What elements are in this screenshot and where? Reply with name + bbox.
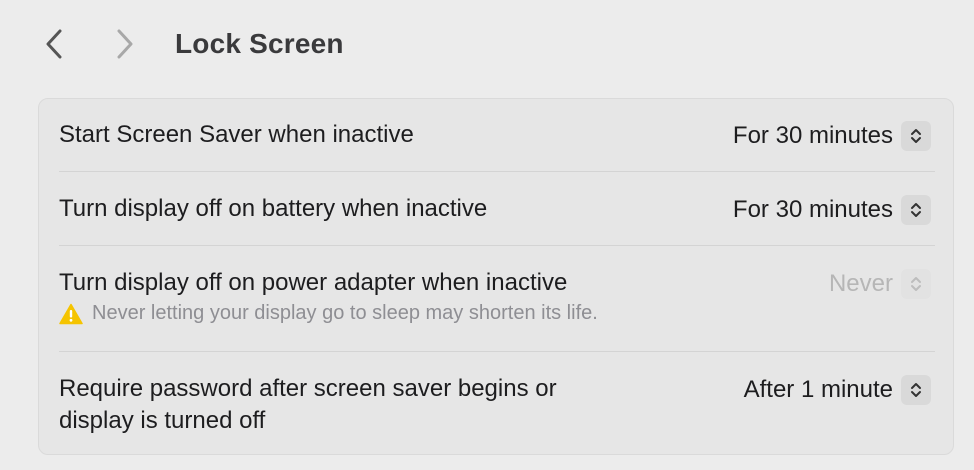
- up-down-chevron-icon: [901, 195, 931, 225]
- require-password-popup[interactable]: After 1 minute: [744, 374, 931, 406]
- require-password-value: After 1 minute: [743, 376, 893, 403]
- require-password-label-line1: Require password after screen saver begi…: [59, 375, 557, 402]
- screen-saver-popup[interactable]: For 30 minutes: [733, 120, 931, 152]
- battery-display-off-row: Turn display off on battery when inactiv…: [59, 193, 931, 225]
- forward-button[interactable]: [105, 24, 145, 64]
- sleep-warning-text: Never letting your display go to sleep m…: [92, 302, 598, 324]
- divider: [59, 245, 935, 246]
- power-adapter-display-off-value: Never: [828, 270, 893, 297]
- require-password-row: Require password after screen saver begi…: [59, 373, 931, 437]
- require-password-label-line2: display is turned off: [59, 407, 266, 434]
- chevron-left-icon: [46, 29, 62, 59]
- sleep-warning: Never letting your display go to sleep m…: [59, 302, 598, 325]
- power-adapter-display-off-popup[interactable]: Never: [829, 268, 931, 300]
- power-adapter-display-off-row: Turn display off on power adapter when i…: [59, 267, 931, 329]
- warning-triangle-icon: [59, 303, 83, 324]
- lock-screen-settings-page: Lock Screen Start Screen Saver when inac…: [0, 0, 974, 470]
- up-down-chevron-icon: [901, 269, 931, 299]
- page-title: Lock Screen: [175, 28, 344, 59]
- back-button[interactable]: [34, 24, 74, 64]
- battery-display-off-popup[interactable]: For 30 minutes: [733, 194, 931, 226]
- up-down-chevron-icon: [901, 375, 931, 405]
- divider: [59, 171, 935, 172]
- lock-screen-settings-group: Start Screen Saver when inactive For 30 …: [38, 98, 954, 455]
- chevron-right-icon: [117, 29, 133, 59]
- power-adapter-display-off-label: Turn display off on power adapter when i…: [59, 269, 568, 296]
- battery-display-off-label: Turn display off on battery when inactiv…: [59, 195, 488, 222]
- divider: [59, 351, 935, 352]
- screen-saver-row: Start Screen Saver when inactive For 30 …: [59, 119, 931, 151]
- screen-saver-label: Start Screen Saver when inactive: [59, 121, 414, 148]
- screen-saver-value: For 30 minutes: [732, 122, 893, 149]
- battery-display-off-value: For 30 minutes: [732, 196, 893, 223]
- up-down-chevron-icon: [901, 121, 931, 151]
